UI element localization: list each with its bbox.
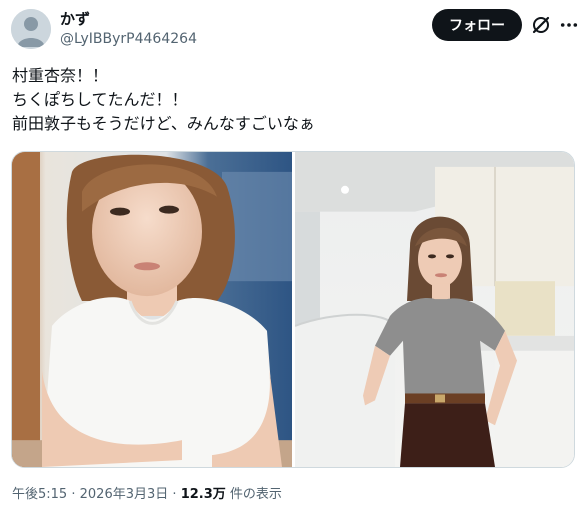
post-date[interactable]: 2026年3月3日 [80,487,169,502]
tweet-line: 村重杏奈！！ [12,66,109,85]
meta-separator: · [172,487,177,502]
meta-separator: · [71,487,76,502]
follow-button[interactable]: フォロー [432,9,522,41]
post-time[interactable]: 午後5:15 [12,487,67,502]
media-grid [11,151,575,468]
more-icon[interactable] [559,14,579,36]
photo-woman-gray-knit[interactable] [295,152,574,467]
grok-icon[interactable] [530,14,552,36]
views-label: 件の表示 [229,487,282,502]
tweet-line: 前田敦子もそうだけど、みんなすごいなぁ [12,114,315,133]
post-meta: 午後5:15 · 2026年3月3日 · 12.3万 件の表示 [12,486,282,504]
tweet-line: ちくぽちしてたんだ！！ [12,90,188,109]
avatar[interactable] [11,9,51,49]
post: かず @LyIBByrP4464264 フォロー 村重杏奈！！ ちくぽちしてたん… [0,0,585,521]
photo-woman-white-tshirt[interactable] [12,152,292,467]
author-name[interactable]: かず [60,10,90,28]
views-count: 12.3万 [180,487,226,502]
default-avatar-icon [11,9,51,49]
tweet-text: 村重杏奈！！ ちくぽちしてたんだ！！ 前田敦子もそうだけど、みんなすごいなぁ [12,64,315,136]
author-handle[interactable]: @LyIBByrP4464264 [60,31,197,48]
